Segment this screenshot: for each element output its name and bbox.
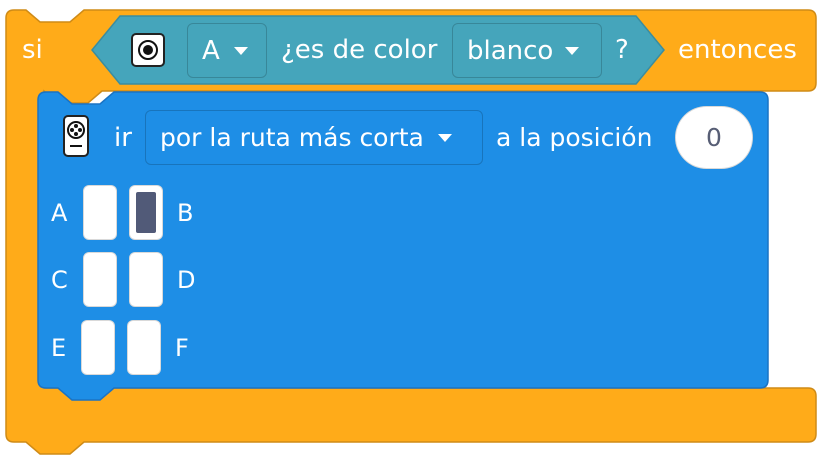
position-input[interactable]: 0 xyxy=(675,106,753,169)
question-label: ¿es de color xyxy=(281,35,438,65)
if-label: si xyxy=(22,35,43,65)
direction-dropdown[interactable]: por la ruta más corta xyxy=(145,110,483,165)
port-dropdown-value: A xyxy=(202,35,220,66)
port-dropdown[interactable]: A xyxy=(187,23,267,78)
port-label-f: F xyxy=(175,334,189,362)
port-label-a: A xyxy=(51,199,68,227)
question-mark: ? xyxy=(615,35,629,65)
chevron-down-icon xyxy=(233,46,248,55)
port-label-b: B xyxy=(177,199,194,227)
position-label: a la posición xyxy=(496,123,653,152)
chevron-down-icon xyxy=(565,46,580,55)
port-label-c: C xyxy=(51,266,68,294)
go-label: ir xyxy=(114,123,132,153)
port-cell-d[interactable] xyxy=(129,252,163,307)
port-cell-f[interactable] xyxy=(127,320,161,375)
port-cell-a[interactable] xyxy=(83,185,117,240)
then-label: entonces xyxy=(678,35,797,65)
color-dropdown-value: blanco xyxy=(467,35,554,66)
port-selected-indicator xyxy=(136,192,156,233)
port-cell-b[interactable] xyxy=(129,185,163,240)
chevron-down-icon xyxy=(437,133,452,142)
if-block-shape[interactable] xyxy=(0,0,826,460)
motor-icon xyxy=(63,115,89,157)
color-sensor-icon xyxy=(131,33,165,67)
port-cell-c[interactable] xyxy=(83,252,117,307)
port-label-e: E xyxy=(51,334,67,362)
position-value: 0 xyxy=(706,123,722,152)
direction-dropdown-value: por la ruta más corta xyxy=(160,123,424,152)
port-label-d: D xyxy=(177,266,196,294)
port-cell-e[interactable] xyxy=(81,320,115,375)
color-dropdown[interactable]: blanco xyxy=(452,23,602,78)
